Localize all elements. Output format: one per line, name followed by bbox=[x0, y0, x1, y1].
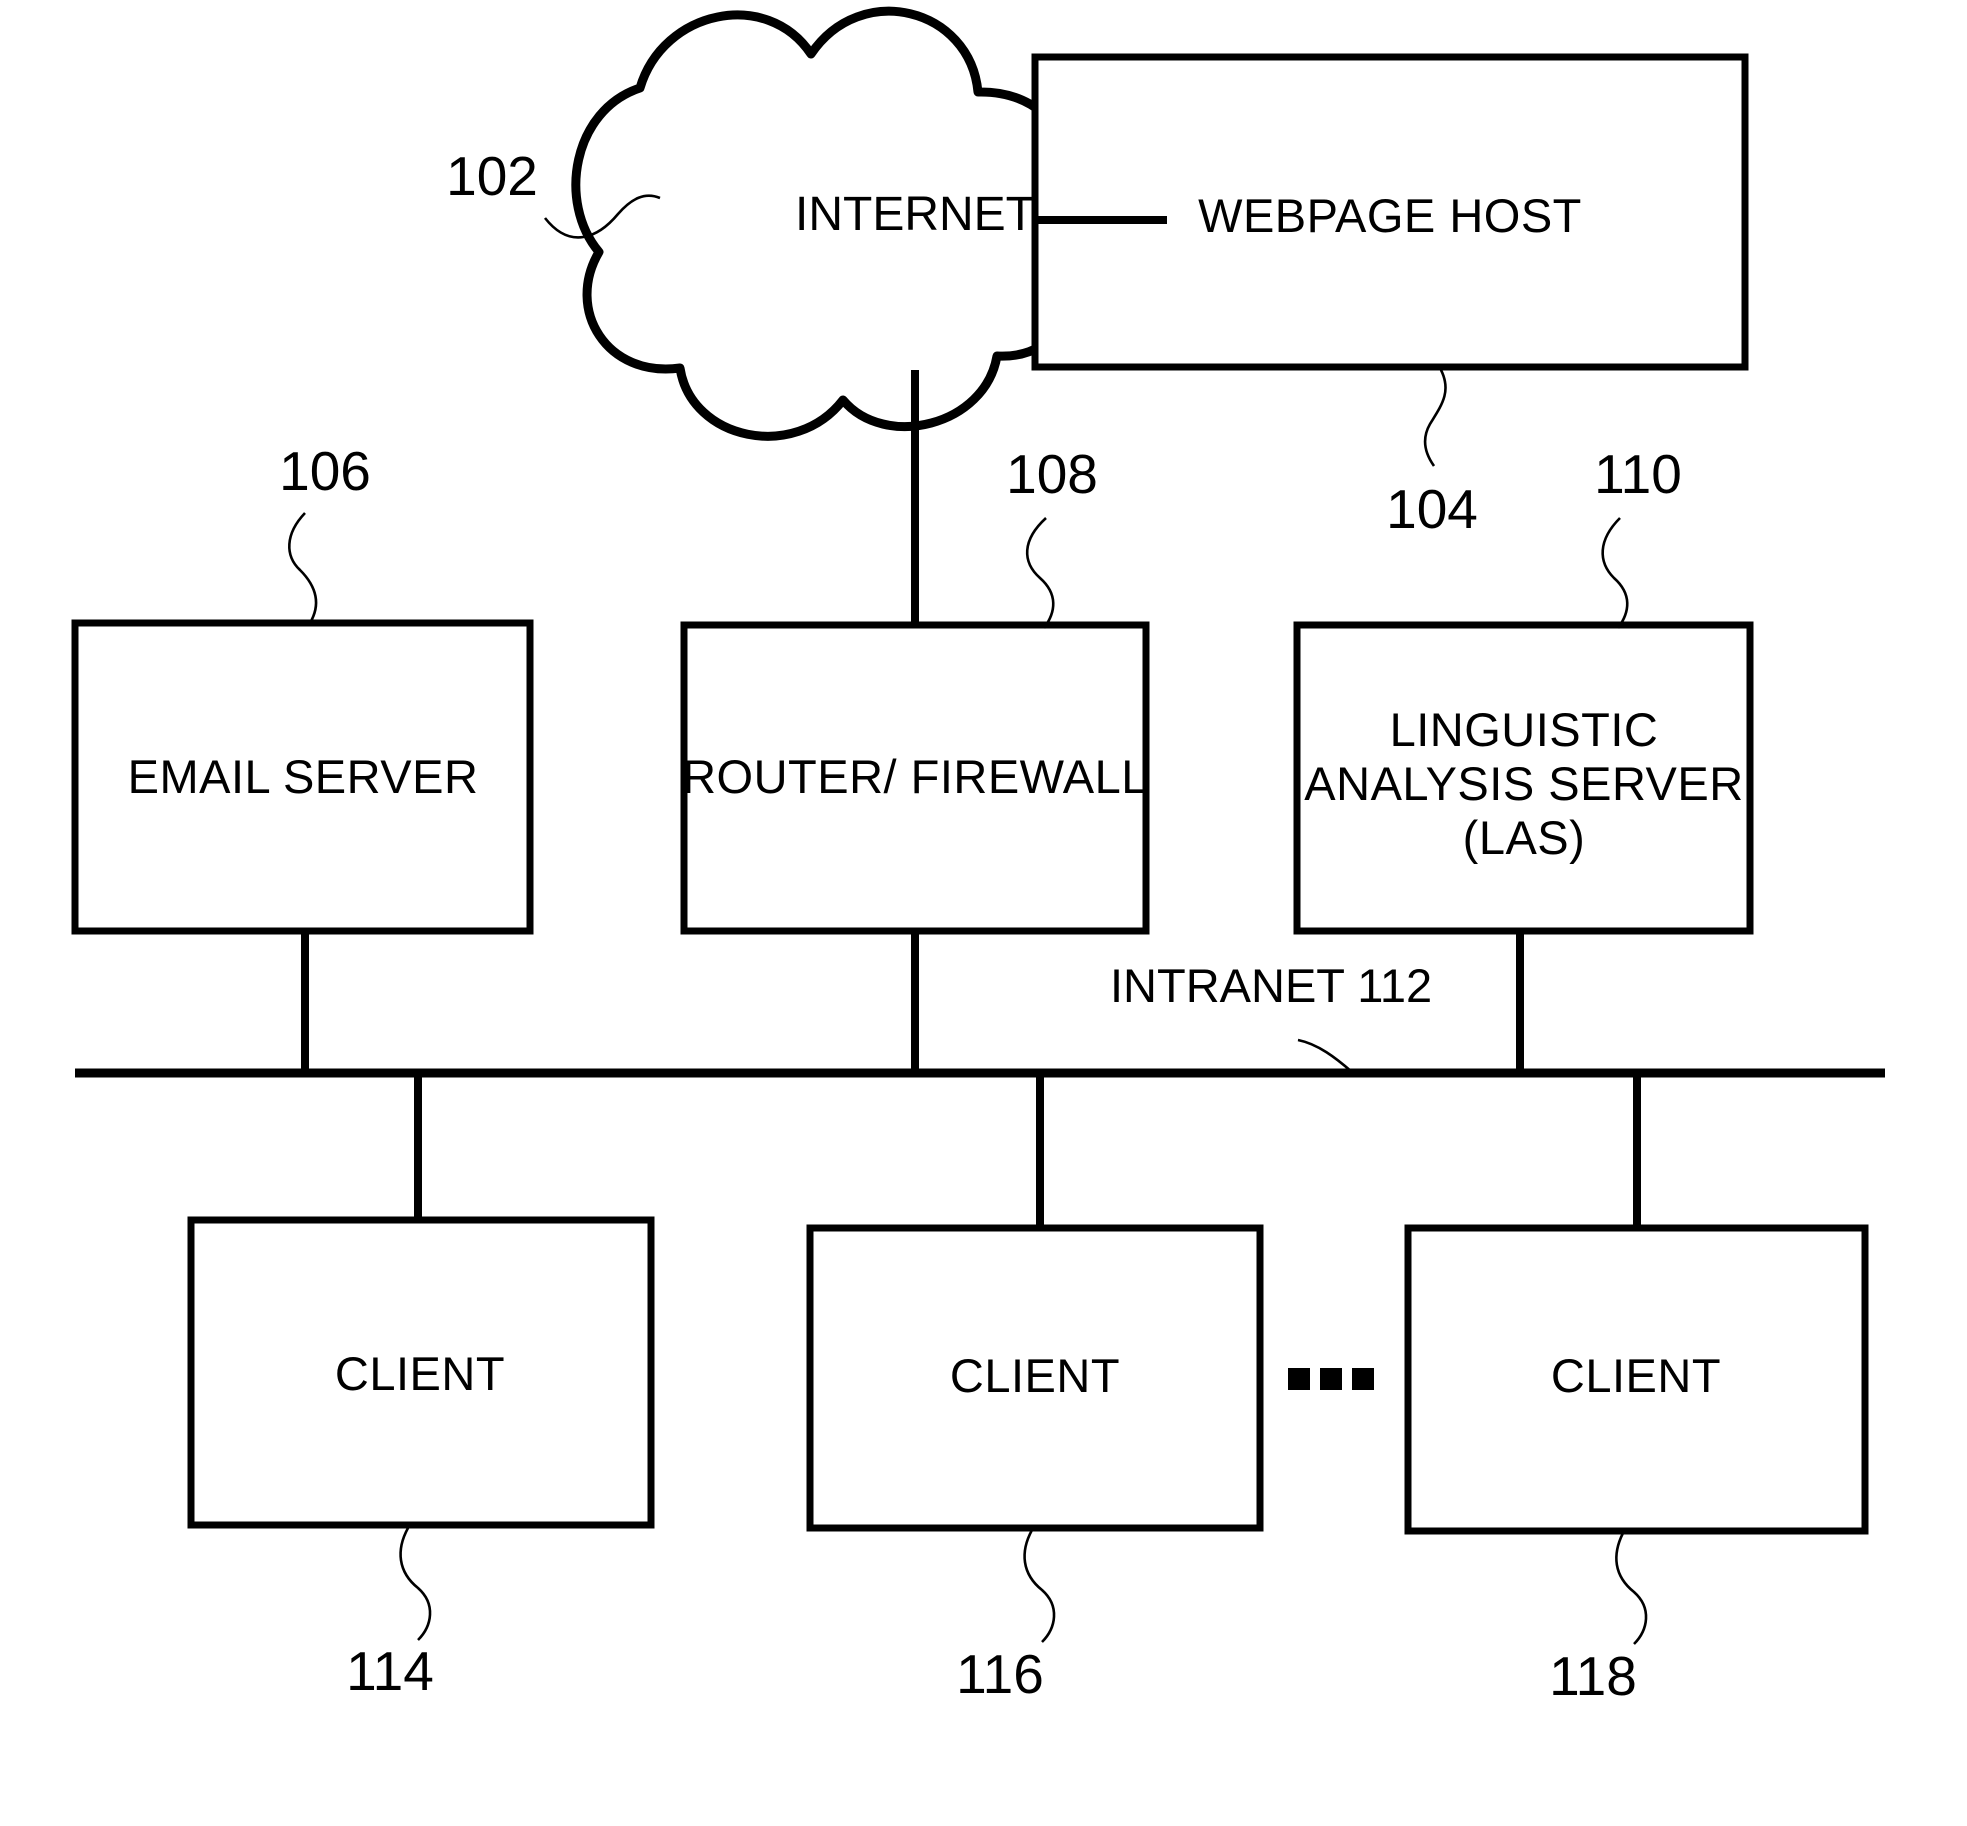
ellipsis-more-clients-icon bbox=[1288, 1368, 1374, 1390]
las-label-line-1: LINGUISTIC bbox=[1390, 703, 1659, 756]
leader-line-106 bbox=[288, 512, 318, 624]
leader-line-118 bbox=[1615, 1532, 1648, 1645]
ref-110-group: 110 bbox=[1594, 443, 1682, 629]
ref-number-104: 104 bbox=[1386, 478, 1478, 540]
leader-line-110 bbox=[1601, 517, 1629, 629]
linguistic-analysis-server-node[interactable]: LINGUISTIC ANALYSIS SERVER (LAS) bbox=[1293, 621, 1754, 935]
router-firewall-label: ROUTER/ FIREWALL bbox=[682, 750, 1148, 803]
intranet-label-group: INTRANET 112 bbox=[1110, 959, 1432, 1073]
intranet-label: INTRANET 112 bbox=[1110, 959, 1432, 1012]
leader-line-104 bbox=[1423, 369, 1447, 467]
internet-cloud-label: INTERNET bbox=[795, 188, 1035, 241]
ellipsis-dot-3 bbox=[1352, 1368, 1374, 1390]
ref-116-group: 116 bbox=[956, 1529, 1056, 1705]
ref-number-108: 108 bbox=[1006, 443, 1098, 505]
client-label-2: CLIENT bbox=[950, 1349, 1120, 1402]
ref-118-group: 118 bbox=[1549, 1532, 1648, 1707]
ref-106-group: 106 bbox=[279, 440, 371, 624]
ref-108-group: 108 bbox=[1006, 443, 1098, 629]
ref-number-118: 118 bbox=[1549, 1645, 1637, 1707]
client-node-2[interactable]: CLIENT bbox=[806, 1224, 1264, 1532]
ref-number-116: 116 bbox=[956, 1643, 1044, 1705]
ref-number-102: 102 bbox=[446, 145, 538, 207]
leader-line-114 bbox=[399, 1527, 432, 1641]
las-label-line-2: ANALYSIS SERVER bbox=[1304, 757, 1743, 810]
ref-number-110: 110 bbox=[1594, 443, 1682, 505]
router-firewall-node[interactable]: ROUTER/ FIREWALL bbox=[680, 621, 1150, 935]
ellipsis-dot-1 bbox=[1288, 1368, 1310, 1390]
ref-number-106: 106 bbox=[279, 440, 371, 502]
network-diagram-canvas: INTERNET 102 WEBPAGE HOST 104 EMAIL SERV… bbox=[0, 0, 1967, 1826]
ref-114-group: 114 bbox=[346, 1527, 434, 1702]
ref-104-group: 104 bbox=[1386, 369, 1478, 540]
webpage-host-node[interactable]: WEBPAGE HOST bbox=[1031, 53, 1749, 371]
leader-line-116 bbox=[1023, 1529, 1056, 1643]
client-label-3: CLIENT bbox=[1551, 1349, 1721, 1402]
ref-number-114: 114 bbox=[346, 1640, 434, 1702]
internet-cloud-group: INTERNET bbox=[571, 6, 1082, 441]
client-node-3[interactable]: CLIENT bbox=[1404, 1224, 1869, 1535]
client-label-1: CLIENT bbox=[335, 1347, 505, 1400]
ellipsis-dot-2 bbox=[1320, 1368, 1342, 1390]
las-label-line-3: (LAS) bbox=[1463, 811, 1586, 864]
leader-line-108 bbox=[1025, 517, 1055, 629]
figure-svg: INTERNET 102 WEBPAGE HOST 104 EMAIL SERV… bbox=[71, 6, 1885, 1707]
webpage-host-label: WEBPAGE HOST bbox=[1198, 189, 1582, 242]
email-server-label: EMAIL SERVER bbox=[128, 750, 479, 803]
email-server-node[interactable]: EMAIL SERVER bbox=[71, 619, 534, 935]
client-node-1[interactable]: CLIENT bbox=[187, 1216, 655, 1529]
leader-line-112 bbox=[1297, 1038, 1353, 1073]
